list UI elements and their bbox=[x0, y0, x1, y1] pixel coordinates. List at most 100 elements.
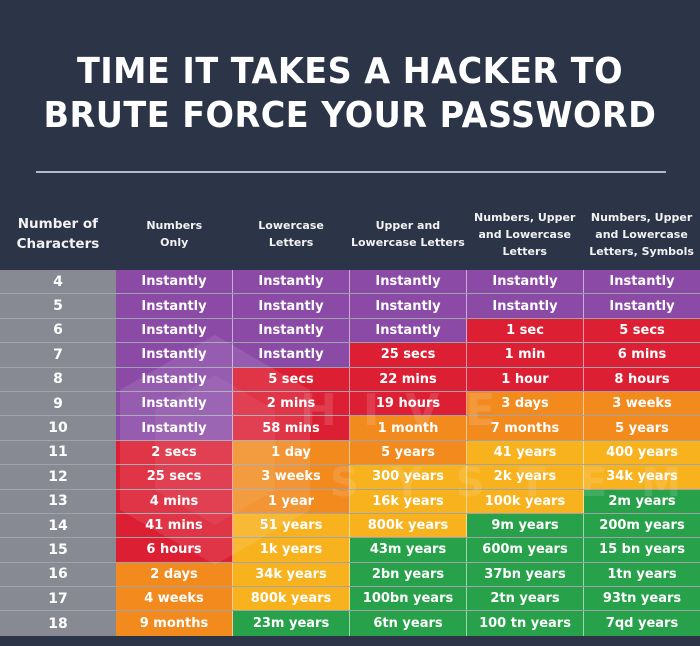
time-cell: Instantly bbox=[116, 318, 233, 343]
time-cell: 4 weeks bbox=[116, 587, 233, 611]
time-cell: 1 year bbox=[233, 489, 350, 513]
time-cell: Instantly bbox=[350, 294, 467, 318]
time-cell: Instantly bbox=[116, 416, 233, 440]
table-row: 5 Instantly Instantly Instantly Instantly Ins… bbox=[0, 294, 700, 319]
char-count-cell: 14 bbox=[0, 513, 116, 538]
time-cell: Instantly bbox=[233, 343, 350, 367]
char-count-cell: 16 bbox=[0, 562, 116, 587]
header-text-line: Upper and bbox=[375, 219, 441, 232]
password-table: 4 Instantly Instantly Instantly Instantly Ins… bbox=[0, 270, 700, 636]
time-cell: 93tn years bbox=[584, 587, 700, 611]
column-header-1: Numbers Only bbox=[116, 200, 233, 268]
time-cell: 19 hours bbox=[350, 391, 467, 416]
time-cell: 34k years bbox=[584, 465, 700, 489]
header-text-line: Characters bbox=[16, 236, 100, 252]
time-cell: 600m years bbox=[467, 538, 584, 562]
time-cell: 1 min bbox=[467, 343, 584, 367]
char-count-cell: 7 bbox=[0, 343, 116, 367]
table-row: 4 Instantly Instantly Instantly Instantly Ins… bbox=[0, 270, 700, 295]
time-cell: 1 hour bbox=[467, 367, 584, 391]
header-text-line: and Lowercase bbox=[478, 227, 571, 241]
table-row: 10 Instantly 58 mins 1 month 7 months 5 years bbox=[0, 416, 700, 441]
table-row: 11 2 secs 1 day 5 years 41 years 400 years bbox=[0, 440, 700, 466]
time-cell: 41 years bbox=[467, 440, 584, 465]
time-cell: 25 secs bbox=[350, 343, 467, 367]
time-cell: 2k years bbox=[467, 465, 584, 489]
time-cell: 15 bn years bbox=[584, 538, 700, 562]
time-cell: 58 mins bbox=[233, 416, 350, 440]
time-cell: 51 years bbox=[233, 513, 350, 538]
time-cell: 2tn years bbox=[467, 587, 584, 611]
char-count-cell: 8 bbox=[0, 367, 116, 391]
table-row: 16 2 days 34k years 2bn years 37bn years 1tn … bbox=[0, 562, 700, 588]
time-cell: Instantly bbox=[116, 367, 233, 391]
time-cell: 4 mins bbox=[116, 489, 233, 513]
time-cell: 7qd years bbox=[584, 611, 700, 636]
time-cell: 300 years bbox=[350, 465, 467, 489]
time-cell: 5 secs bbox=[584, 318, 700, 343]
time-cell: 2 days bbox=[116, 562, 233, 587]
table-row: 6 Instantly Instantly Instantly 1 sec 5 secs bbox=[0, 318, 700, 344]
time-cell: 8 hours bbox=[584, 367, 700, 391]
char-count-cell: 4 bbox=[0, 270, 116, 294]
time-cell: Instantly bbox=[584, 294, 700, 318]
table-row: 13 4 mins 1 year 16k years 100k years 2m year… bbox=[0, 489, 700, 514]
header-text-line: Letters bbox=[268, 236, 314, 249]
table-row: 8 Instantly 5 secs 22 mins 1 hour 8 hours bbox=[0, 367, 700, 392]
time-cell: 7 months bbox=[467, 416, 584, 440]
column-header-4: Numbers, Upper and Lowercase Letters bbox=[466, 200, 583, 268]
time-cell: Instantly bbox=[467, 294, 584, 318]
time-cell: 34k years bbox=[233, 562, 350, 587]
time-cell: Instantly bbox=[116, 343, 233, 367]
time-cell: 5 years bbox=[584, 416, 700, 440]
header-text-line: Numbers, Upper bbox=[474, 210, 576, 224]
time-cell: 1tn years bbox=[584, 562, 700, 587]
time-cell: 41 mins bbox=[116, 513, 233, 538]
time-cell: 5 years bbox=[350, 440, 467, 465]
time-cell: Instantly bbox=[350, 318, 467, 343]
page-title: TIME IT TAKES A HACKER TO BRUTE FORCE YO… bbox=[25, 50, 676, 138]
header-text-line: Only bbox=[160, 236, 189, 249]
time-cell: 16k years bbox=[350, 489, 467, 513]
time-cell: Instantly bbox=[116, 391, 233, 416]
footer-band bbox=[0, 638, 700, 646]
header-number-of-characters: Number of Characters bbox=[0, 200, 116, 268]
char-count-cell: 9 bbox=[0, 391, 116, 416]
time-cell: 22 mins bbox=[350, 367, 467, 391]
time-cell: Instantly bbox=[584, 270, 700, 294]
time-cell: 1k years bbox=[233, 538, 350, 562]
time-cell: 6tn years bbox=[350, 611, 467, 636]
column-header-2: Lowercase Letters bbox=[233, 200, 350, 268]
time-cell: 2 mins bbox=[233, 391, 350, 416]
table-row: 17 4 weeks 800k years 100bn years 2tn years 9… bbox=[0, 587, 700, 612]
time-cell: 37bn years bbox=[467, 562, 584, 587]
time-cell: 25 secs bbox=[116, 465, 233, 489]
char-count-cell: 18 bbox=[0, 611, 116, 636]
time-cell: Instantly bbox=[116, 294, 233, 318]
table-row: 12 25 secs 3 weeks 300 years 2k years 34k yea… bbox=[0, 465, 700, 490]
time-cell: 100 tn years bbox=[467, 611, 584, 636]
table-row: 15 6 hours 1k years 43m years 600m years 15 b… bbox=[0, 538, 700, 563]
time-cell: 2m years bbox=[584, 489, 700, 513]
table-row: 9 Instantly 2 mins 19 hours 3 days 3 weeks bbox=[0, 391, 700, 417]
time-cell: 2 secs bbox=[116, 440, 233, 465]
time-cell: 3 weeks bbox=[584, 391, 700, 416]
time-cell: Instantly bbox=[233, 318, 350, 343]
header-text-line: Lowercase bbox=[258, 219, 324, 232]
time-cell: 1 sec bbox=[467, 318, 584, 343]
time-cell: 800k years bbox=[233, 587, 350, 611]
time-cell: 23m years bbox=[233, 611, 350, 636]
char-count-cell: 15 bbox=[0, 538, 116, 562]
time-cell: 2bn years bbox=[350, 562, 467, 587]
column-header-5: Numbers, Upper and Lowercase Letters, Symb… bbox=[583, 200, 700, 268]
table-row: 14 41 mins 51 years 800k years 9m years 200m … bbox=[0, 513, 700, 539]
char-count-cell: 17 bbox=[0, 587, 116, 611]
table-row: 7 Instantly Instantly 25 secs 1 min 6 mins bbox=[0, 343, 700, 368]
time-cell: 1 day bbox=[233, 440, 350, 465]
time-cell: 9m years bbox=[467, 513, 584, 538]
header-text-line: Letters, Symbols bbox=[589, 244, 694, 258]
title-line-2: BRUTE FORCE YOUR PASSWORD bbox=[43, 95, 657, 136]
char-count-cell: 11 bbox=[0, 440, 116, 465]
char-count-cell: 6 bbox=[0, 318, 116, 343]
time-cell: 9 months bbox=[116, 611, 233, 636]
